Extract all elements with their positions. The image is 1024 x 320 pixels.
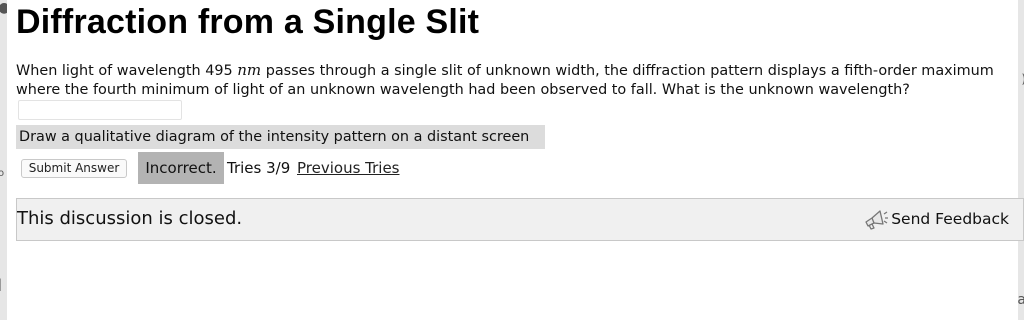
- megaphone-icon: [863, 207, 889, 231]
- discussion-bar: This discussion is closed. Send Feedback: [16, 198, 1024, 241]
- discussion-closed-text: This discussion is closed.: [17, 208, 243, 229]
- question-text-part1: When light of wavelength 495: [16, 63, 238, 79]
- hint-box: Draw a qualitative diagram of the intens…: [16, 125, 545, 149]
- edge-fragment-low: |: [0, 277, 3, 291]
- page-title: Diffraction from a Single Slit: [16, 3, 480, 41]
- edge-fragment-bottom: a: [1017, 292, 1024, 308]
- background-right-edge: ) a: [1017, 0, 1024, 320]
- background-left-edge: ● o |: [0, 0, 10, 320]
- problem-panel: Diffraction from a Single Slit When ligh…: [7, 0, 1024, 320]
- hint-text: Draw a qualitative diagram of the intens…: [19, 129, 530, 145]
- send-feedback-button[interactable]: Send Feedback: [863, 207, 1009, 231]
- submit-answer-button[interactable]: Submit Answer: [21, 159, 127, 178]
- send-feedback-label: Send Feedback: [891, 210, 1009, 228]
- question-text: When light of wavelength 495 nm passes t…: [16, 61, 1016, 100]
- tries-count: Tries 3/9: [227, 159, 291, 177]
- answer-input[interactable]: [18, 100, 182, 120]
- status-badge: Incorrect.: [138, 152, 224, 184]
- wavelength-unit: nm: [237, 61, 262, 79]
- previous-tries-link[interactable]: Previous Tries: [297, 158, 400, 178]
- edge-fragment-mid: o: [0, 168, 5, 179]
